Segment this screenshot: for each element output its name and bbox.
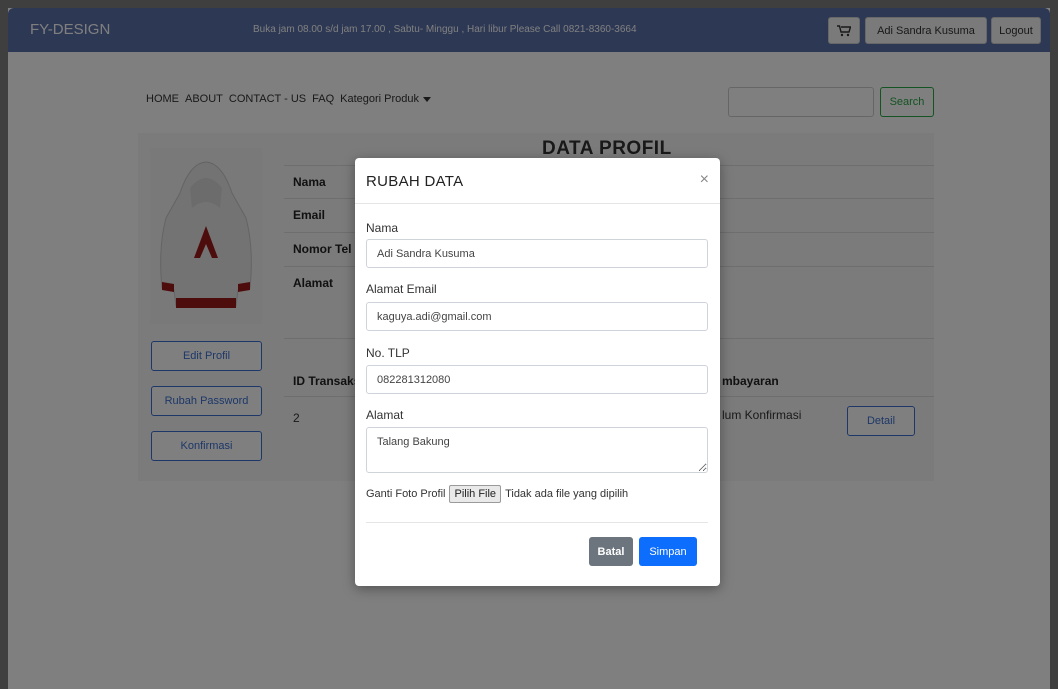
address-label: Alamat (366, 408, 404, 422)
modal-title: RUBAH DATA (366, 173, 464, 190)
phone-input[interactable] (366, 365, 708, 394)
email-label: Alamat Email (366, 282, 437, 296)
email-input[interactable] (366, 302, 708, 331)
cancel-button[interactable]: Batal (589, 537, 633, 566)
address-textarea[interactable]: Talang Bakung (366, 427, 708, 473)
modal-header: RUBAH DATA × (355, 158, 720, 204)
file-status-text: Tidak ada file yang dipilih (505, 488, 629, 500)
close-icon[interactable]: × (700, 171, 709, 189)
modal-footer-divider (366, 522, 708, 523)
choose-file-button[interactable]: Pilih File (449, 485, 502, 503)
edit-data-modal: RUBAH DATA × Nama Alamat Email No. TLP A… (355, 158, 720, 586)
name-label: Nama (366, 221, 399, 235)
save-button[interactable]: Simpan (639, 537, 697, 566)
name-input[interactable] (366, 239, 708, 268)
phone-label: No. TLP (366, 346, 410, 360)
profile-photo-upload: Ganti Foto Profil Pilih File Tidak ada f… (366, 485, 628, 503)
photo-upload-label: Ganti Foto Profil (366, 488, 446, 500)
